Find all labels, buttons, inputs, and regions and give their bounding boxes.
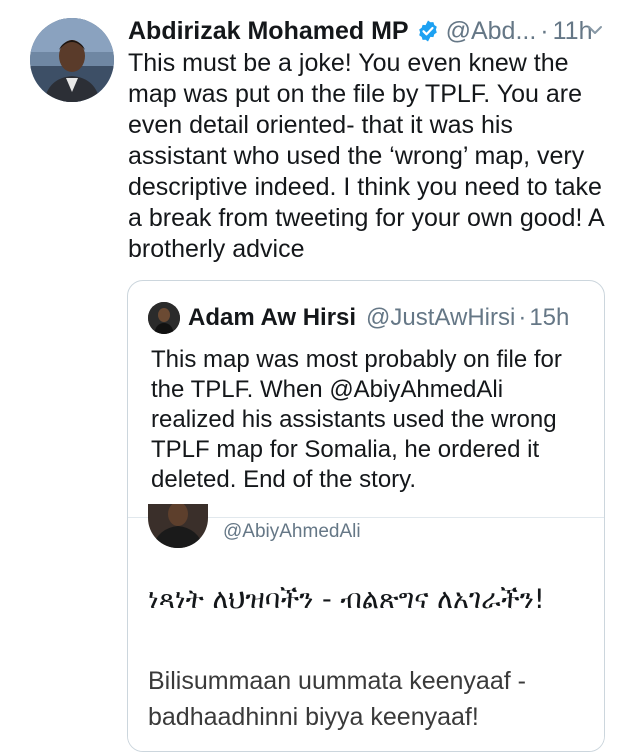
embedded-author-avatar: [148, 504, 208, 548]
embedded-oromo-text: Bilisummaan uummata keenyaaf - badhaadhi…: [148, 667, 526, 731]
quoted-author-avatar: [148, 302, 180, 334]
embedded-author-avatar-image: [148, 504, 208, 548]
author-avatar[interactable]: [30, 18, 114, 102]
quoted-author-handle: @JustAwHirsi: [366, 304, 516, 331]
quoted-tweet-text: This map was most probably on file for t…: [151, 346, 562, 493]
header-separator: ·: [540, 16, 549, 45]
quoted-header-separator: ·: [518, 304, 527, 331]
quoted-author-avatar-image: [148, 302, 180, 334]
verified-badge-icon: [418, 20, 437, 42]
quoted-tweet-timestamp: 15h: [529, 304, 570, 331]
author-display-name[interactable]: Abdirizak Mohamed MP: [128, 17, 409, 46]
embedded-amharic-text: ነጻነት ለህዝባችን - ብልጽግና ለአገራችን!: [148, 584, 545, 615]
author-avatar-image: [30, 18, 114, 102]
embedded-author-handle: @AbiyAhmedAli: [223, 521, 361, 542]
tweet-header: Abdirizak Mohamed MP @Abd... · 11h: [128, 14, 635, 48]
quoted-tweet-header: Adam Aw Hirsi @JustAwHirsi · 15h: [148, 301, 604, 335]
chevron-down-icon[interactable]: [585, 20, 605, 40]
embedded-tweet: @AbiyAhmedAli ነጻነት ለህዝባችን - ብልጽግና ለአገራችን…: [128, 504, 604, 751]
quoted-tweet-card[interactable]: Adam Aw Hirsi @JustAwHirsi · 15h This ma…: [127, 280, 605, 752]
tweet-text: This must be a joke! You even knew the m…: [128, 49, 604, 263]
author-handle[interactable]: @Abd...: [446, 17, 537, 46]
quoted-author-display-name: Adam Aw Hirsi: [188, 304, 357, 331]
